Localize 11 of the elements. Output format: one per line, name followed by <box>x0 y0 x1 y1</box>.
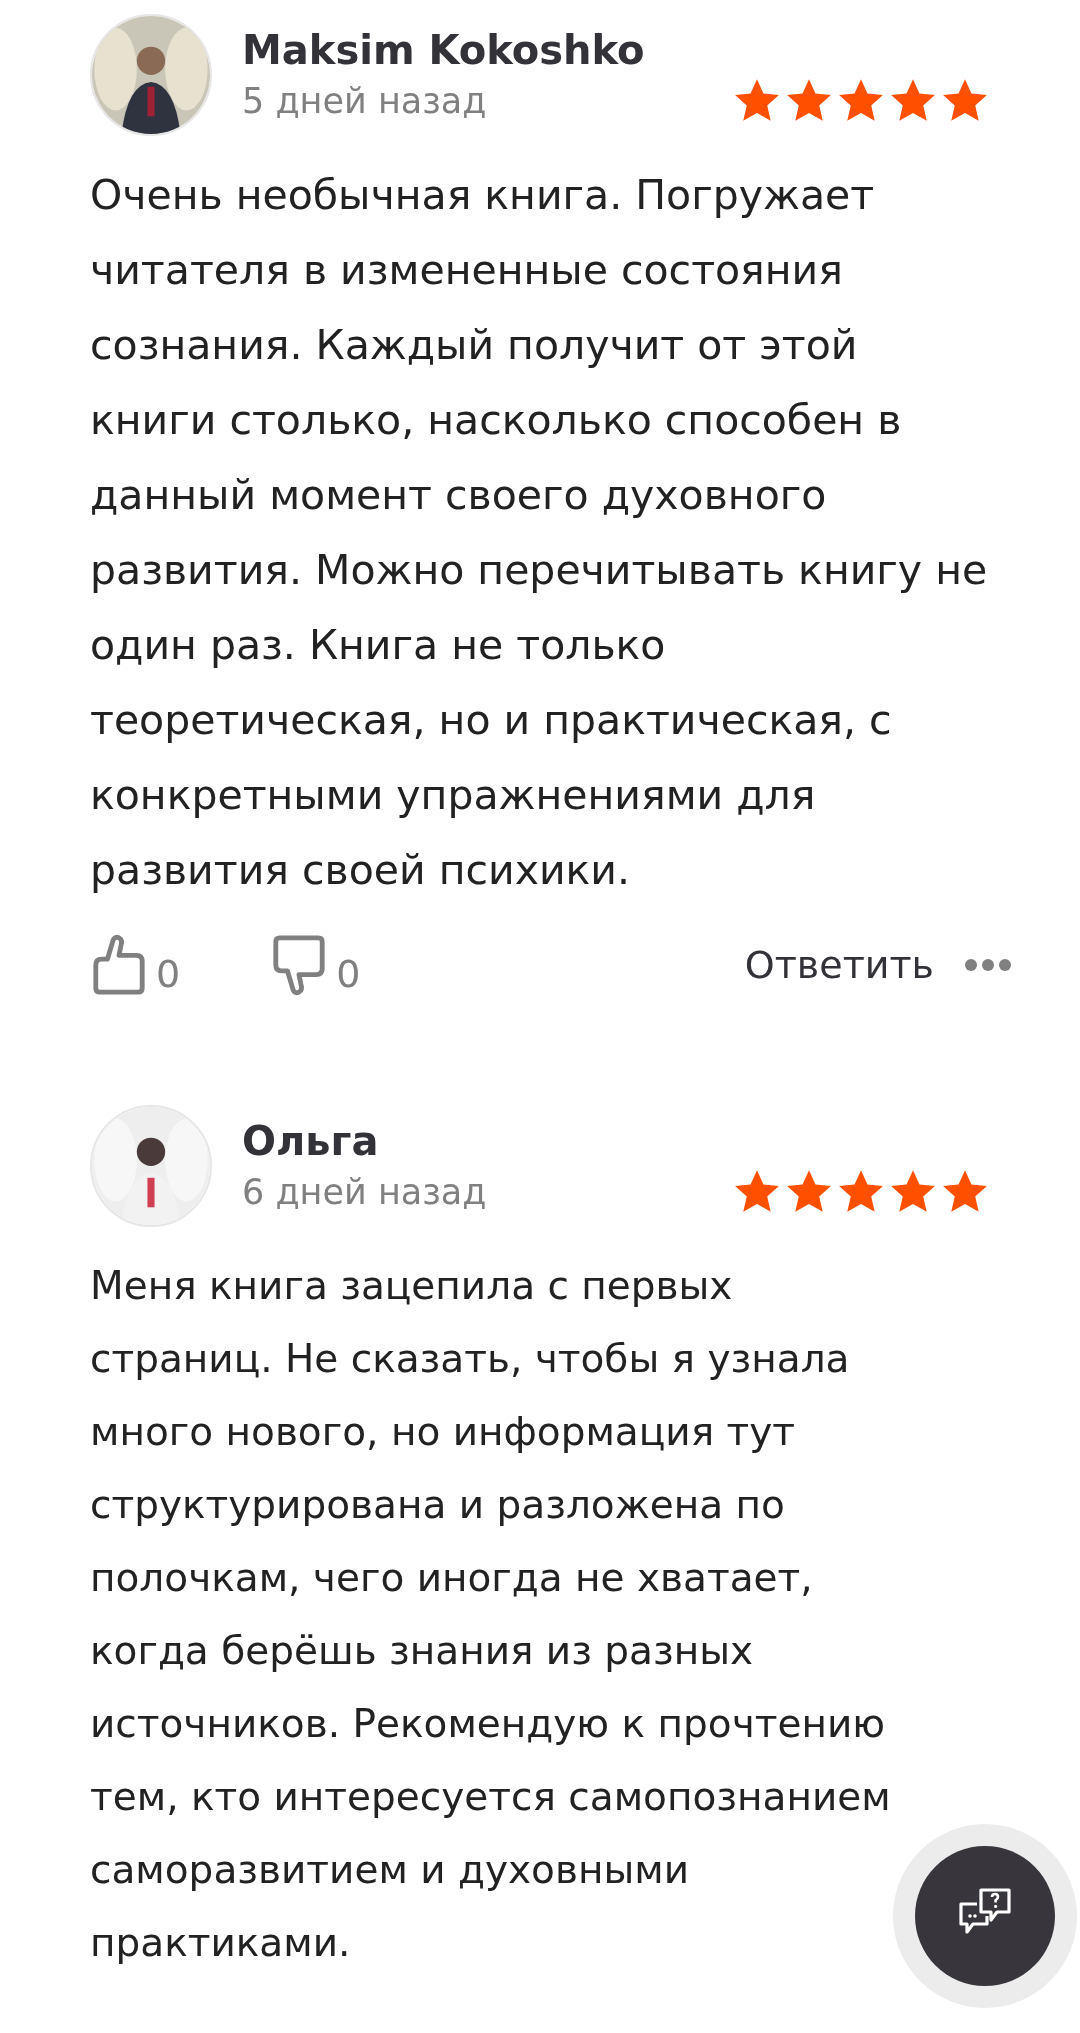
dislike-count: 0 <box>336 952 361 996</box>
review-text: Меня книга зацепила с первых страниц. Не сказать, чтобы я узнала много нового, но информация тут структурирована и разложена по полочкам, чего иногда не хватает, когда берёшь знания из разных источников. Рекомендую к прочтению тем, кто интересуется самопознанием саморазвитием и духовными практиками. <box>90 1262 892 1967</box>
author-name: Ольга <box>242 1117 380 1166</box>
reply-button[interactable]: Ответить <box>744 943 934 987</box>
review-date: 5 дней назад <box>242 80 487 123</box>
like-count: 0 <box>156 952 181 996</box>
author-name: Maksim Kokoshko <box>242 26 646 75</box>
review-date: 6 дней назад <box>242 1171 487 1214</box>
thumbs-up-icon[interactable] <box>90 934 148 996</box>
more-icon[interactable] <box>964 958 1012 972</box>
review-text: Очень необычная книга. Погружает читателя в измененные состояния сознания. Каждый получит от этой книги столько, насколько способен в данный момент своего духовного развития. Можно перечитывать книгу не один раз. Книга не только теоретическая, но и практическая, с конкретными упражнениями для развития своей психики. <box>90 170 989 896</box>
